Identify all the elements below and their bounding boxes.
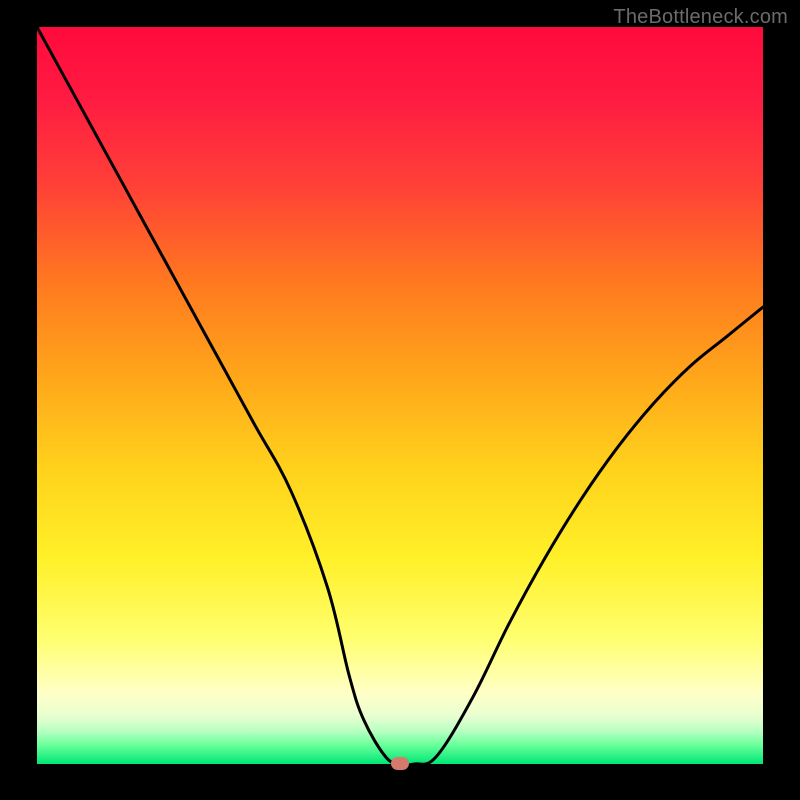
bottleneck-chart xyxy=(0,0,800,800)
optimal-marker xyxy=(391,757,409,770)
plot-background xyxy=(37,27,763,764)
watermark-text: TheBottleneck.com xyxy=(613,6,788,29)
chart-frame: TheBottleneck.com xyxy=(0,0,800,800)
